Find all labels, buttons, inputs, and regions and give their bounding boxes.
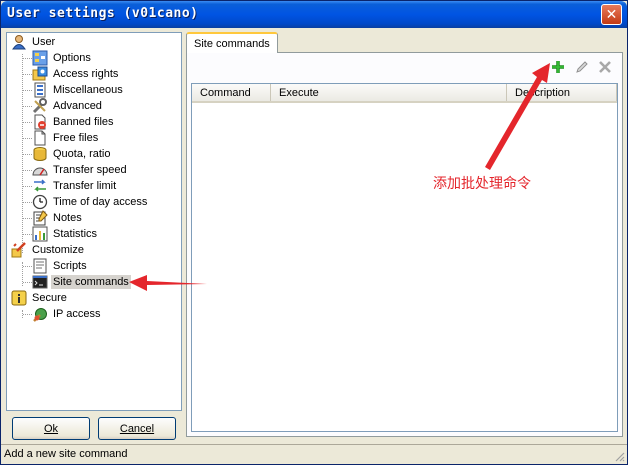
tree-item-banned-files[interactable]: Banned files xyxy=(32,114,116,130)
tree-item-label: Scripts xyxy=(53,260,87,272)
options-icon xyxy=(32,50,48,66)
notes-icon xyxy=(32,210,48,226)
tree-item-scripts[interactable]: Scripts xyxy=(32,258,89,274)
tree-item-advanced[interactable]: Advanced xyxy=(32,98,104,114)
delete-x-icon xyxy=(599,61,611,73)
tree-item-label: Transfer speed xyxy=(53,164,127,176)
tree-item-time-of-day-access[interactable]: Time of day access xyxy=(32,194,149,210)
quota-icon xyxy=(32,146,48,162)
tree-item-user[interactable]: User xyxy=(11,34,57,50)
column-header-execute[interactable]: Execute xyxy=(271,84,507,101)
ip-access-icon xyxy=(32,306,48,322)
transfer-speed-icon xyxy=(32,162,48,178)
tree-item-label: Statistics xyxy=(53,228,98,240)
tree-item-label: Transfer limit xyxy=(53,180,117,192)
user-settings-window: User settings (v01cano) ✕ User Options A… xyxy=(0,0,628,465)
tree-item-label: Access rights xyxy=(53,68,119,80)
scripts-icon xyxy=(32,258,48,274)
column-header-command[interactable]: Command xyxy=(192,84,271,101)
cancel-button[interactable]: Cancel xyxy=(98,417,176,440)
tree-item-site-commands[interactable]: Site commands xyxy=(32,274,131,290)
tree-item-label: Site commands xyxy=(51,275,131,289)
resize-grip-icon[interactable] xyxy=(613,450,625,462)
tree-item-options[interactable]: Options xyxy=(32,50,93,66)
close-icon: ✕ xyxy=(605,6,618,23)
tree-item-miscellaneous[interactable]: Miscellaneous xyxy=(32,82,125,98)
column-header-description[interactable]: Description xyxy=(507,84,617,101)
tree-item-statistics[interactable]: Statistics xyxy=(32,226,99,242)
delete-command-button[interactable] xyxy=(597,59,613,75)
tree-item-label: User xyxy=(32,36,56,48)
ok-button[interactable]: Ok xyxy=(12,417,90,440)
cancel-button-label: Cancel xyxy=(119,422,155,435)
clock-icon xyxy=(32,194,48,210)
tree-item-transfer-speed[interactable]: Transfer speed xyxy=(32,162,129,178)
tree-item-label: Notes xyxy=(53,212,82,224)
tree-item-notes[interactable]: Notes xyxy=(32,210,84,226)
tree-item-label: Customize xyxy=(32,244,84,256)
transfer-limit-icon xyxy=(32,178,48,194)
pencil-icon xyxy=(576,61,588,73)
ok-button-label: Ok xyxy=(43,422,59,435)
tree-item-label: Miscellaneous xyxy=(53,84,123,96)
terminal-icon xyxy=(32,274,48,290)
tree-item-label: Banned files xyxy=(53,116,114,128)
free-files-icon xyxy=(32,130,48,146)
tree-item-label: Secure xyxy=(32,292,67,304)
tree-item-ip-access[interactable]: IP access xyxy=(32,306,103,322)
status-text: Add a new site command xyxy=(4,448,128,460)
tab-label: Site commands xyxy=(194,37,270,50)
tree-item-customize[interactable]: Customize xyxy=(11,242,86,258)
tree-item-free-files[interactable]: Free files xyxy=(32,130,100,146)
tree-item-label: Free files xyxy=(53,132,99,144)
tree-item-label: Quota, ratio xyxy=(53,148,111,160)
statistics-icon xyxy=(32,226,48,242)
tree-item-label: Time of day access xyxy=(53,196,148,208)
customize-icon xyxy=(11,242,27,258)
plus-icon xyxy=(552,61,564,73)
list-header: Command Execute Description xyxy=(192,84,617,103)
tree-item-label: Advanced xyxy=(53,100,102,112)
tree-item-quota-ratio[interactable]: Quota, ratio xyxy=(32,146,112,162)
user-icon xyxy=(11,34,27,50)
annotation-text: 添加批处理命令 xyxy=(433,176,531,192)
close-button[interactable]: ✕ xyxy=(601,4,622,25)
miscellaneous-icon xyxy=(32,82,48,98)
edit-command-button[interactable] xyxy=(574,59,590,75)
tree-item-label: IP access xyxy=(53,308,101,320)
tree-item-label: Options xyxy=(53,52,91,64)
add-command-button[interactable] xyxy=(550,59,566,75)
tree-item-transfer-limit[interactable]: Transfer limit xyxy=(32,178,118,194)
window-title: User settings (v01cano) xyxy=(7,6,199,21)
tab-site-commands[interactable]: Site commands xyxy=(186,32,278,53)
advanced-icon xyxy=(32,98,48,114)
site-commands-list[interactable]: Command Execute Description xyxy=(191,83,618,432)
access-rights-icon xyxy=(32,66,48,82)
settings-tree[interactable]: User Options Access rights Miscellaneous… xyxy=(6,32,182,411)
banned-files-icon xyxy=(32,114,48,130)
title-bar[interactable]: User settings (v01cano) ✕ xyxy=(1,1,627,28)
secure-icon xyxy=(11,290,27,306)
tree-item-access-rights[interactable]: Access rights xyxy=(32,66,120,82)
tree-item-secure[interactable]: Secure xyxy=(11,290,69,306)
status-bar: Add a new site command xyxy=(1,444,627,464)
